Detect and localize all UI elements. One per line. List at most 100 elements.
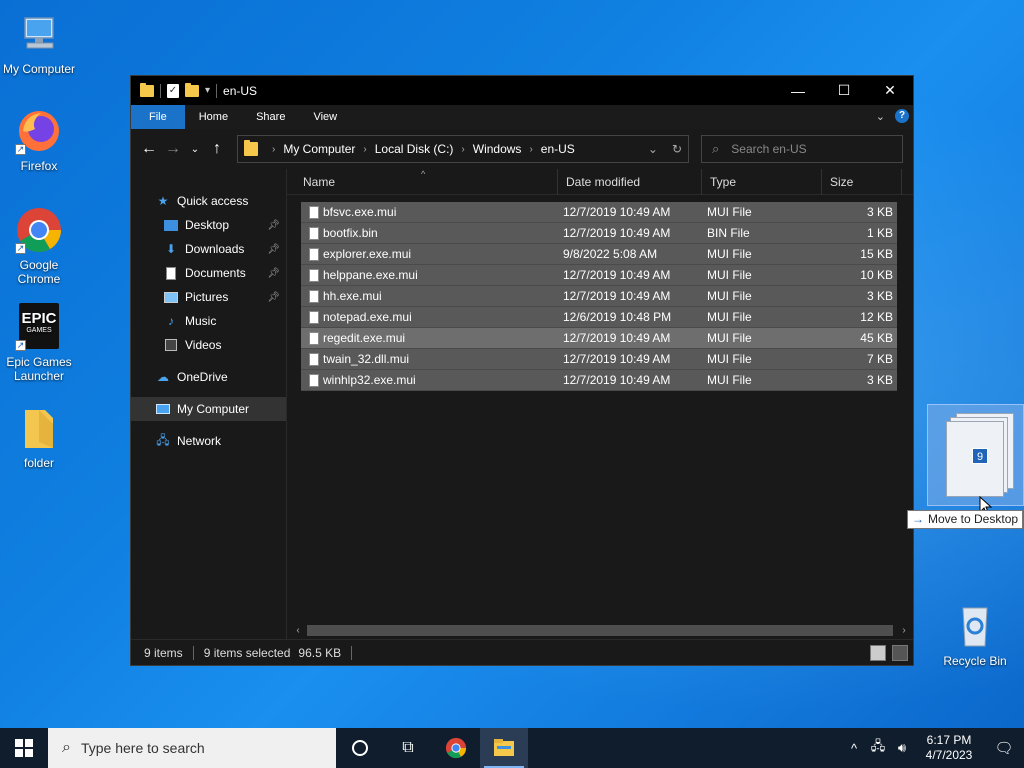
breadcrumb-my-computer[interactable]: My Computer: [283, 142, 355, 156]
recent-locations-chevron-icon[interactable]: ⌄: [185, 144, 205, 155]
desktop-icon-folder[interactable]: folder: [0, 404, 78, 470]
nav-item-downloads[interactable]: ⬇ Downloads 📌︎: [131, 237, 286, 261]
nav-item-music[interactable]: ♪ Music: [131, 309, 286, 333]
tab-view[interactable]: View: [299, 105, 351, 129]
taskbar-chrome-button[interactable]: [432, 728, 480, 768]
tab-file[interactable]: File: [131, 105, 185, 129]
desktop-icon-firefox[interactable]: ↗ Firefox: [0, 107, 78, 173]
file-date: 12/7/2019 10:49 AM: [563, 331, 671, 345]
address-bar[interactable]: › My Computer › Local Disk (C:) › Window…: [237, 135, 689, 163]
close-button[interactable]: ✕: [867, 76, 913, 105]
navigation-pane: ★ Quick access Desktop 📌︎ ⬇ Downloads 📌︎…: [131, 169, 287, 639]
table-row[interactable]: bfsvc.exe.mui 12/7/2019 10:49 AM MUI File 3…: [301, 202, 897, 223]
column-header-size[interactable]: Size: [822, 169, 902, 195]
pin-icon[interactable]: 📌︎: [267, 220, 280, 231]
move-arrow-icon: →: [912, 512, 924, 526]
nav-label: Pictures: [185, 290, 229, 304]
file-name: notepad.exe.mui: [323, 310, 412, 324]
up-arrow-icon[interactable]: ↑: [205, 140, 229, 158]
table-row[interactable]: explorer.exe.mui 9/8/2022 5:08 AM MUI File…: [301, 244, 897, 265]
table-row[interactable]: helppane.exe.mui 12/7/2019 10:49 AM MUI Fi…: [301, 265, 897, 286]
new-folder-icon[interactable]: [185, 82, 199, 97]
table-row[interactable]: twain_32.dll.mui 12/7/2019 10:49 AM MUI Fi…: [301, 349, 897, 370]
drag-preview: 9: [927, 404, 1024, 506]
breadcrumb-separator-icon[interactable]: ›: [272, 144, 275, 155]
file-date: 12/7/2019 10:49 AM: [563, 289, 671, 303]
scroll-left-icon[interactable]: ‹: [291, 625, 305, 636]
nav-onedrive[interactable]: ☁ OneDrive: [131, 365, 286, 389]
forward-arrow-icon[interactable]: →: [161, 140, 185, 158]
breadcrumb-separator-icon[interactable]: ›: [529, 144, 532, 155]
breadcrumb-en-us[interactable]: en-US: [541, 142, 575, 156]
cortana-button[interactable]: [336, 728, 384, 768]
customize-toolbar-icon[interactable]: ▾: [205, 85, 210, 96]
file-size: 3 KB: [866, 289, 893, 303]
volume-icon[interactable]: 🔊︎: [890, 740, 914, 756]
table-row[interactable]: regedit.exe.mui 12/7/2019 10:49 AM MUI Fil…: [301, 328, 897, 349]
file-date: 9/8/2022 5:08 AM: [563, 247, 658, 261]
nav-my-computer[interactable]: My Computer: [131, 397, 286, 421]
pin-icon[interactable]: 📌︎: [267, 244, 280, 255]
help-icon[interactable]: ?: [895, 109, 909, 123]
nav-item-videos[interactable]: Videos: [131, 333, 286, 357]
maximize-button[interactable]: ☐: [821, 76, 867, 105]
desktop-icon-chrome[interactable]: ↗ Google Chrome: [0, 206, 78, 286]
back-arrow-icon[interactable]: ←: [137, 140, 161, 158]
column-header-date[interactable]: Date modified: [558, 169, 702, 195]
folder-icon: [15, 404, 63, 452]
minimize-button[interactable]: —: [775, 76, 821, 105]
divider: [192, 645, 194, 660]
column-header-name[interactable]: Name: [295, 169, 558, 195]
file-icon: [309, 227, 319, 240]
desktop-icon-recycle-bin[interactable]: Recycle Bin: [936, 602, 1014, 668]
pin-icon[interactable]: 📌︎: [267, 268, 280, 279]
refresh-icon[interactable]: ↻: [672, 142, 682, 156]
clock[interactable]: 6:17 PM 4/7/2023: [914, 733, 984, 763]
file-date: 12/7/2019 10:49 AM: [563, 226, 671, 240]
taskbar-file-explorer-button[interactable]: [480, 728, 528, 768]
file-size: 3 KB: [866, 205, 893, 219]
table-row[interactable]: notepad.exe.mui 12/6/2019 10:48 PM MUI Fil…: [301, 307, 897, 328]
nav-label: Documents: [185, 266, 246, 280]
cortana-circle-icon: [352, 740, 368, 756]
pin-icon[interactable]: 📌︎: [267, 292, 280, 303]
table-row[interactable]: hh.exe.mui 12/7/2019 10:49 AM MUI File 3 KB: [301, 286, 897, 307]
title-bar[interactable]: ✓ ▾ en-US — ☐ ✕: [131, 76, 913, 105]
nav-network[interactable]: 🖧︎ Network: [131, 429, 286, 453]
tab-share[interactable]: Share: [242, 105, 299, 129]
breadcrumb-separator-icon[interactable]: ›: [461, 144, 464, 155]
taskbar-search-placeholder: Type here to search: [80, 740, 205, 756]
table-row[interactable]: winhlp32.exe.mui 12/7/2019 10:49 AM MUI Fi…: [301, 370, 897, 391]
horizontal-scrollbar[interactable]: ‹ ›: [291, 622, 911, 639]
nav-item-pictures[interactable]: Pictures 📌︎: [131, 285, 286, 309]
scroll-right-icon[interactable]: ›: [897, 625, 911, 636]
action-center-button[interactable]: 🗨︎: [984, 728, 1024, 768]
task-view-button[interactable]: ⧉: [384, 728, 432, 768]
large-icons-view-button[interactable]: [892, 645, 908, 661]
search-box[interactable]: ⌕ Search en-US: [701, 135, 903, 163]
column-header-type[interactable]: Type: [702, 169, 822, 195]
tab-home[interactable]: Home: [185, 105, 242, 129]
nav-item-desktop[interactable]: Desktop 📌︎: [131, 213, 286, 237]
recycle-bin-icon: [951, 602, 999, 650]
table-row[interactable]: bootfix.bin 12/7/2019 10:49 AM BIN File 1 K…: [301, 223, 897, 244]
breadcrumb-local-disk[interactable]: Local Disk (C:): [375, 142, 454, 156]
nav-item-documents[interactable]: Documents 📌︎: [131, 261, 286, 285]
file-explorer-icon: [494, 739, 514, 756]
nav-quick-access[interactable]: ★ Quick access: [131, 189, 286, 213]
breadcrumb-separator-icon[interactable]: ›: [363, 144, 366, 155]
network-icon[interactable]: 🖧︎: [866, 737, 890, 759]
epic-logo-text: EPIC: [21, 310, 57, 327]
start-button[interactable]: [0, 728, 48, 768]
details-view-button[interactable]: [870, 645, 886, 661]
show-hidden-icons-chevron-icon[interactable]: ^: [842, 741, 866, 756]
desktop-icon-epic-games[interactable]: EPIC GAMES ↗ Epic Games Launcher: [0, 303, 78, 383]
address-history-chevron-icon[interactable]: ⌄: [648, 142, 658, 156]
scrollbar-thumb[interactable]: [307, 625, 893, 636]
breadcrumb-windows[interactable]: Windows: [473, 142, 522, 156]
properties-icon[interactable]: ✓: [167, 83, 179, 98]
desktop-icon-my-computer[interactable]: My Computer: [0, 10, 78, 76]
taskbar-search-box[interactable]: ⌕ Type here to search: [48, 728, 336, 768]
expand-ribbon-icon[interactable]: ⌄: [876, 110, 885, 123]
nav-label: Quick access: [177, 194, 249, 208]
